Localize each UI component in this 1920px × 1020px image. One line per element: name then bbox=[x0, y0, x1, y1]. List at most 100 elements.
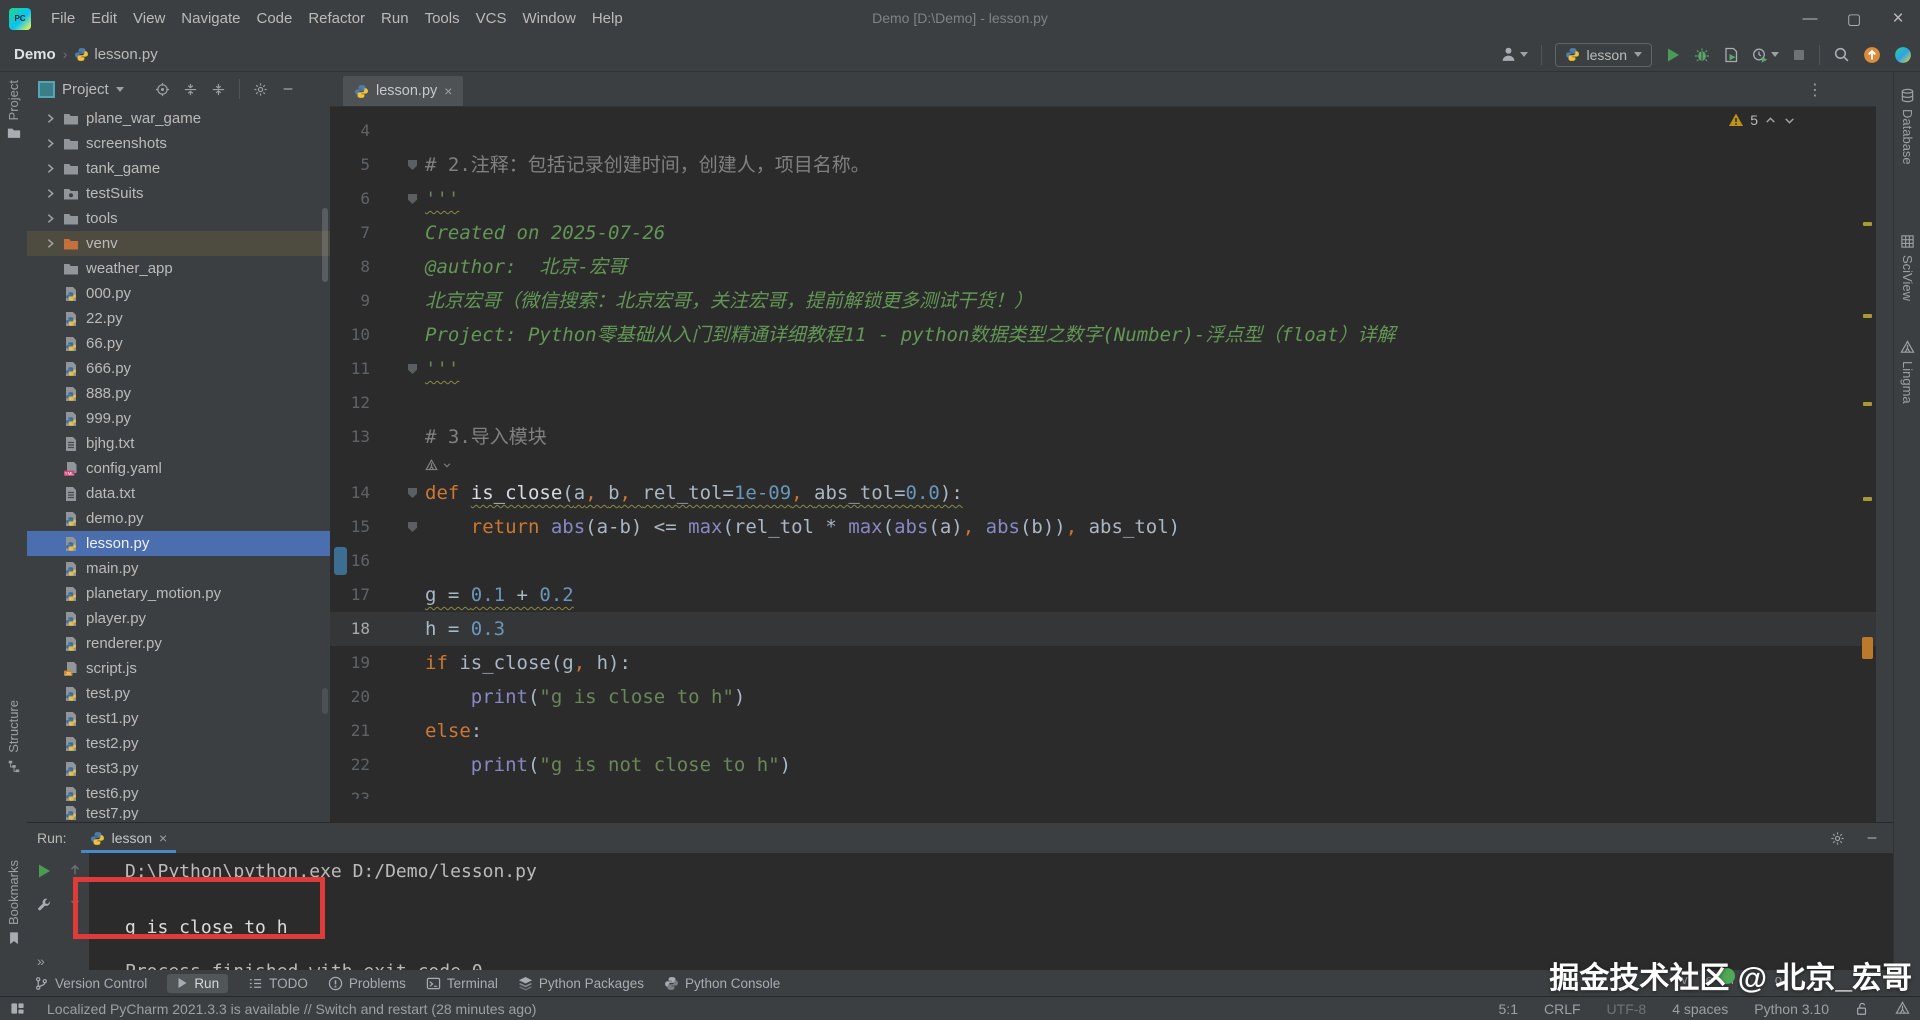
tree-item-data-txt[interactable]: data.txt bbox=[27, 481, 330, 506]
code-line-20[interactable]: 20 print("g is close to h") bbox=[330, 680, 1876, 714]
toolwindow-button-sciview[interactable]: SciView bbox=[1894, 234, 1920, 301]
lingma-assistant-icon[interactable] bbox=[1894, 46, 1912, 64]
gutter[interactable]: 23 bbox=[330, 782, 425, 799]
tree-item-player-py[interactable]: player.py bbox=[27, 606, 330, 631]
fold-marker-icon[interactable] bbox=[408, 522, 417, 532]
tree-item-22-py[interactable]: 22.py bbox=[27, 306, 330, 331]
code-line-4[interactable]: 4 bbox=[330, 114, 1876, 148]
menu-item-help[interactable]: Help bbox=[584, 0, 631, 37]
menu-item-edit[interactable]: Edit bbox=[83, 0, 125, 37]
tree-item-renderer-py[interactable]: renderer.py bbox=[27, 631, 330, 656]
toolwindow-button-lingma[interactable]: Lingma bbox=[1894, 340, 1920, 404]
lingma-status-icon[interactable] bbox=[1895, 1001, 1910, 1016]
run-configuration-select[interactable]: lesson bbox=[1554, 42, 1652, 67]
lock-open-icon[interactable] bbox=[1855, 1002, 1869, 1016]
prev-output-icon[interactable] bbox=[68, 863, 82, 877]
breadcrumb-file[interactable]: lesson.py bbox=[74, 46, 158, 63]
project-settings-button[interactable] bbox=[253, 82, 268, 97]
project-panel-title[interactable]: Project bbox=[62, 81, 109, 98]
tab-lesson-py[interactable]: lesson.py × bbox=[343, 76, 464, 106]
status-widget-4-spaces[interactable]: 4 spaces bbox=[1672, 1001, 1728, 1017]
stripe-warning-mark[interactable] bbox=[1863, 222, 1872, 226]
tree-item-venv[interactable]: venv bbox=[27, 231, 330, 256]
code-line-11[interactable]: 11 ''' bbox=[330, 352, 1876, 386]
status-widget-crlf[interactable]: CRLF bbox=[1544, 1001, 1581, 1017]
fold-marker-icon[interactable] bbox=[408, 488, 417, 498]
gutter[interactable]: 22 bbox=[330, 748, 425, 782]
toolwindow-button-python-packages[interactable]: Python Packages bbox=[518, 976, 644, 991]
toolwindow-button-python-console[interactable]: Python Console bbox=[664, 976, 780, 991]
run-config-settings-icon[interactable] bbox=[37, 897, 52, 912]
gutter[interactable]: 9 bbox=[330, 284, 425, 318]
code-line-22[interactable]: 22 print("g is not close to h") bbox=[330, 748, 1876, 782]
toolwindow-button-run[interactable]: Run bbox=[167, 973, 229, 993]
gutter[interactable]: 7 bbox=[330, 216, 425, 250]
gutter[interactable]: 6 bbox=[330, 182, 425, 216]
code-line-5[interactable]: 5 # 2.注释：包括记录创建时间，创建人，项目名称。 bbox=[330, 148, 1876, 182]
tree-item-plane-war-game[interactable]: plane_war_game bbox=[27, 106, 330, 131]
status-widget-python-3.10[interactable]: Python 3.10 bbox=[1754, 1001, 1829, 1017]
tree-item-planetary-motion-py[interactable]: planetary_motion.py bbox=[27, 581, 330, 606]
gutter[interactable]: 13 bbox=[330, 420, 425, 454]
tree-item-tank-game[interactable]: tank_game bbox=[27, 156, 330, 181]
toolwindow-button-terminal[interactable]: Terminal bbox=[426, 976, 498, 991]
tab-options-icon[interactable]: ⋮ bbox=[1807, 80, 1824, 100]
toolwindow-button-bookmarks[interactable]: Bookmarks bbox=[0, 860, 27, 945]
menu-item-view[interactable]: View bbox=[125, 0, 173, 37]
code-line-18[interactable]: 18 h = 0.3 bbox=[330, 612, 1876, 646]
user-account-button[interactable] bbox=[1500, 46, 1528, 63]
gutter[interactable]: 10 bbox=[330, 318, 425, 352]
run-settings-icon[interactable] bbox=[1830, 831, 1845, 846]
code-line-8[interactable]: 8 @author: 北京-宏哥 bbox=[330, 250, 1876, 284]
tree-item-screenshots[interactable]: screenshots bbox=[27, 131, 330, 156]
gutter[interactable]: 21 bbox=[330, 714, 425, 748]
next-problem-icon[interactable] bbox=[1783, 114, 1796, 127]
update-available-icon[interactable] bbox=[1863, 46, 1881, 64]
gutter[interactable]: 16 bbox=[330, 544, 425, 578]
rerun-button[interactable] bbox=[36, 863, 52, 879]
fold-marker-icon[interactable] bbox=[408, 160, 417, 170]
expand-all-button[interactable] bbox=[183, 82, 198, 97]
code-line-12[interactable]: 12 bbox=[330, 386, 1876, 420]
gutter[interactable]: 12 bbox=[330, 386, 425, 420]
tree-scrollbar[interactable] bbox=[322, 208, 328, 282]
menu-item-file[interactable]: File bbox=[43, 0, 83, 37]
tree-item-test3-py[interactable]: test3.py bbox=[27, 756, 330, 781]
gutter[interactable]: 19 bbox=[330, 646, 425, 680]
chevron-right-icon[interactable] bbox=[45, 113, 56, 124]
menu-item-tools[interactable]: Tools bbox=[417, 0, 468, 37]
close-button[interactable]: × bbox=[1876, 0, 1920, 37]
tree-item-script-js[interactable]: JS script.js bbox=[27, 656, 330, 681]
code-line-19[interactable]: 19 if is_close(g, h): bbox=[330, 646, 1876, 680]
code-line-17[interactable]: 17 g = 0.1 + 0.2 bbox=[330, 578, 1876, 612]
menu-item-vcs[interactable]: VCS bbox=[468, 0, 515, 37]
run-tab-lesson[interactable]: lesson × bbox=[80, 823, 177, 853]
tree-item-666-py[interactable]: 666.py bbox=[27, 356, 330, 381]
gutter[interactable]: 15 bbox=[330, 510, 425, 544]
toolwindow-button-structure[interactable]: Structure bbox=[0, 700, 27, 773]
gutter[interactable]: 8 bbox=[330, 250, 425, 284]
toolwindow-switcher-icon[interactable] bbox=[10, 1001, 25, 1016]
stripe-warning-mark[interactable] bbox=[1863, 314, 1872, 318]
tree-item-test2-py[interactable]: test2.py bbox=[27, 731, 330, 756]
profiler-button[interactable] bbox=[1752, 47, 1779, 63]
tree-item-tools[interactable]: tools bbox=[27, 206, 330, 231]
toolwindow-button-database[interactable]: Database bbox=[1894, 88, 1920, 165]
debug-button[interactable] bbox=[1694, 47, 1710, 63]
gutter[interactable]: 11 bbox=[330, 352, 425, 386]
tree-item-lesson-py[interactable]: lesson.py bbox=[27, 531, 330, 556]
stripe-warning-mark[interactable] bbox=[1863, 497, 1872, 501]
tree-item-testsuits[interactable]: testSuits bbox=[27, 181, 330, 206]
tree-scrollbar-thumb[interactable] bbox=[322, 688, 328, 714]
code-line-23[interactable]: 23 bbox=[330, 782, 1876, 799]
toolbar-more-icon[interactable]: » bbox=[37, 953, 45, 969]
tree-item-weather-app[interactable]: weather_app bbox=[27, 256, 330, 281]
gutter[interactable]: 14 bbox=[330, 476, 425, 510]
tree-item-888-py[interactable]: 888.py bbox=[27, 381, 330, 406]
stop-button[interactable] bbox=[1792, 48, 1806, 62]
run-button[interactable] bbox=[1665, 47, 1681, 63]
tree-item-66-py[interactable]: 66.py bbox=[27, 331, 330, 356]
tree-item-main-py[interactable]: main.py bbox=[27, 556, 330, 581]
hide-panel-button[interactable] bbox=[281, 82, 295, 96]
tree-item-test7-py[interactable]: test7.py bbox=[27, 806, 330, 820]
